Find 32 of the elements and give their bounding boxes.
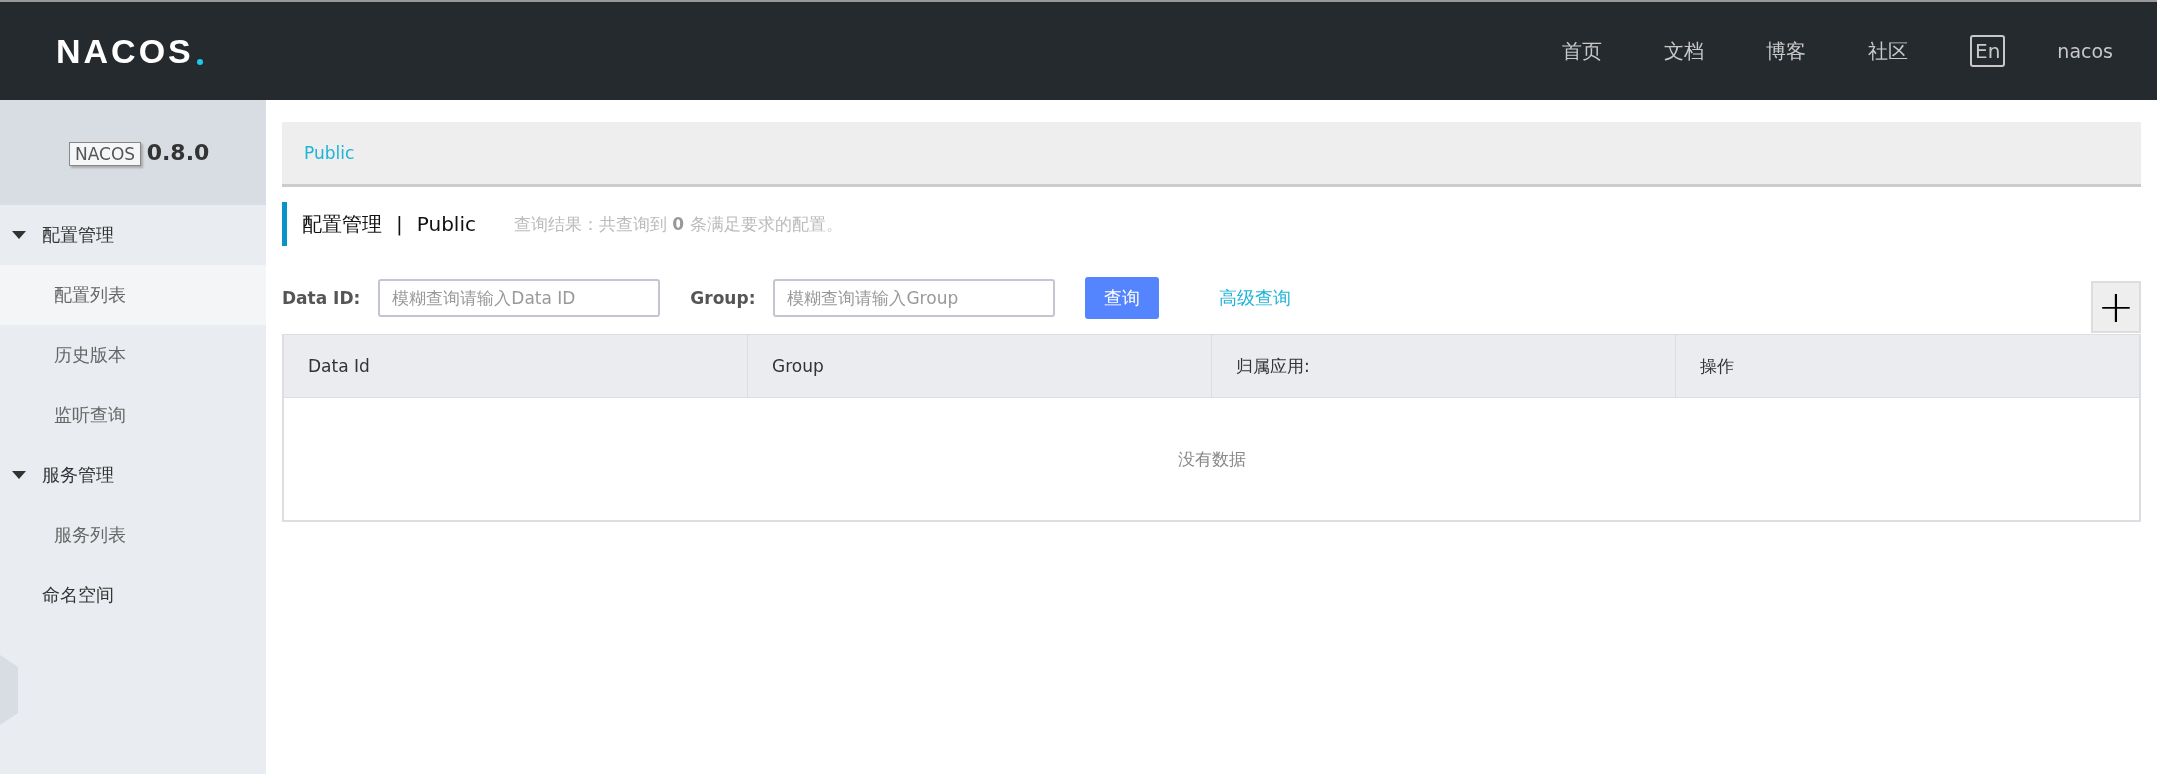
page-title: 配置管理 <box>302 210 382 238</box>
submenu-item[interactable]: 服务列表 <box>0 505 266 565</box>
column-header: 操作 <box>1699 354 1735 378</box>
menu-item[interactable]: 配置管理 <box>0 205 266 265</box>
version-label: 0.8.0 <box>146 140 210 165</box>
menu-item[interactable]: 服务管理 <box>0 445 266 505</box>
nav-link[interactable]: 首页 <box>1562 37 1603 65</box>
submenu-item[interactable]: 监听查询 <box>0 385 266 445</box>
field-label: Data ID: <box>282 288 361 308</box>
logo-dot-icon <box>196 58 203 65</box>
tooltip: NACOS <box>69 142 142 166</box>
input-field[interactable]: 模糊查询请输入Group <box>773 279 1056 317</box>
empty-message: 没有数据 <box>1177 447 1246 471</box>
add-button[interactable]: + <box>2091 281 2141 333</box>
language-button[interactable]: En <box>1970 35 2006 67</box>
accent-bar <box>282 202 287 246</box>
input-field[interactable]: 模糊查询请输入Data ID <box>378 279 661 317</box>
namespace-name: Public <box>416 212 476 236</box>
submenu-item[interactable]: 配置列表 <box>0 265 266 325</box>
menu-item[interactable]: 命名空间 <box>0 565 266 625</box>
nav-link[interactable]: 社区 <box>1868 37 1909 65</box>
column-header: Group <box>748 335 1212 397</box>
submenu-item[interactable]: 历史版本 <box>0 325 266 385</box>
column-header: Data Id <box>284 335 748 397</box>
title-separator: | <box>396 212 403 236</box>
user-name[interactable]: nacos <box>2057 40 2113 62</box>
logo[interactable]: NACOS <box>56 31 194 71</box>
column-header: 归属应用: <box>1212 335 1676 397</box>
query-result-text: 查询结果：共查询到 0 条满足要求的配置。 <box>513 212 843 236</box>
nav-link[interactable]: 文档 <box>1664 37 1705 65</box>
field-label: Group: <box>690 288 756 308</box>
nav-link[interactable]: 博客 <box>1766 37 1807 65</box>
